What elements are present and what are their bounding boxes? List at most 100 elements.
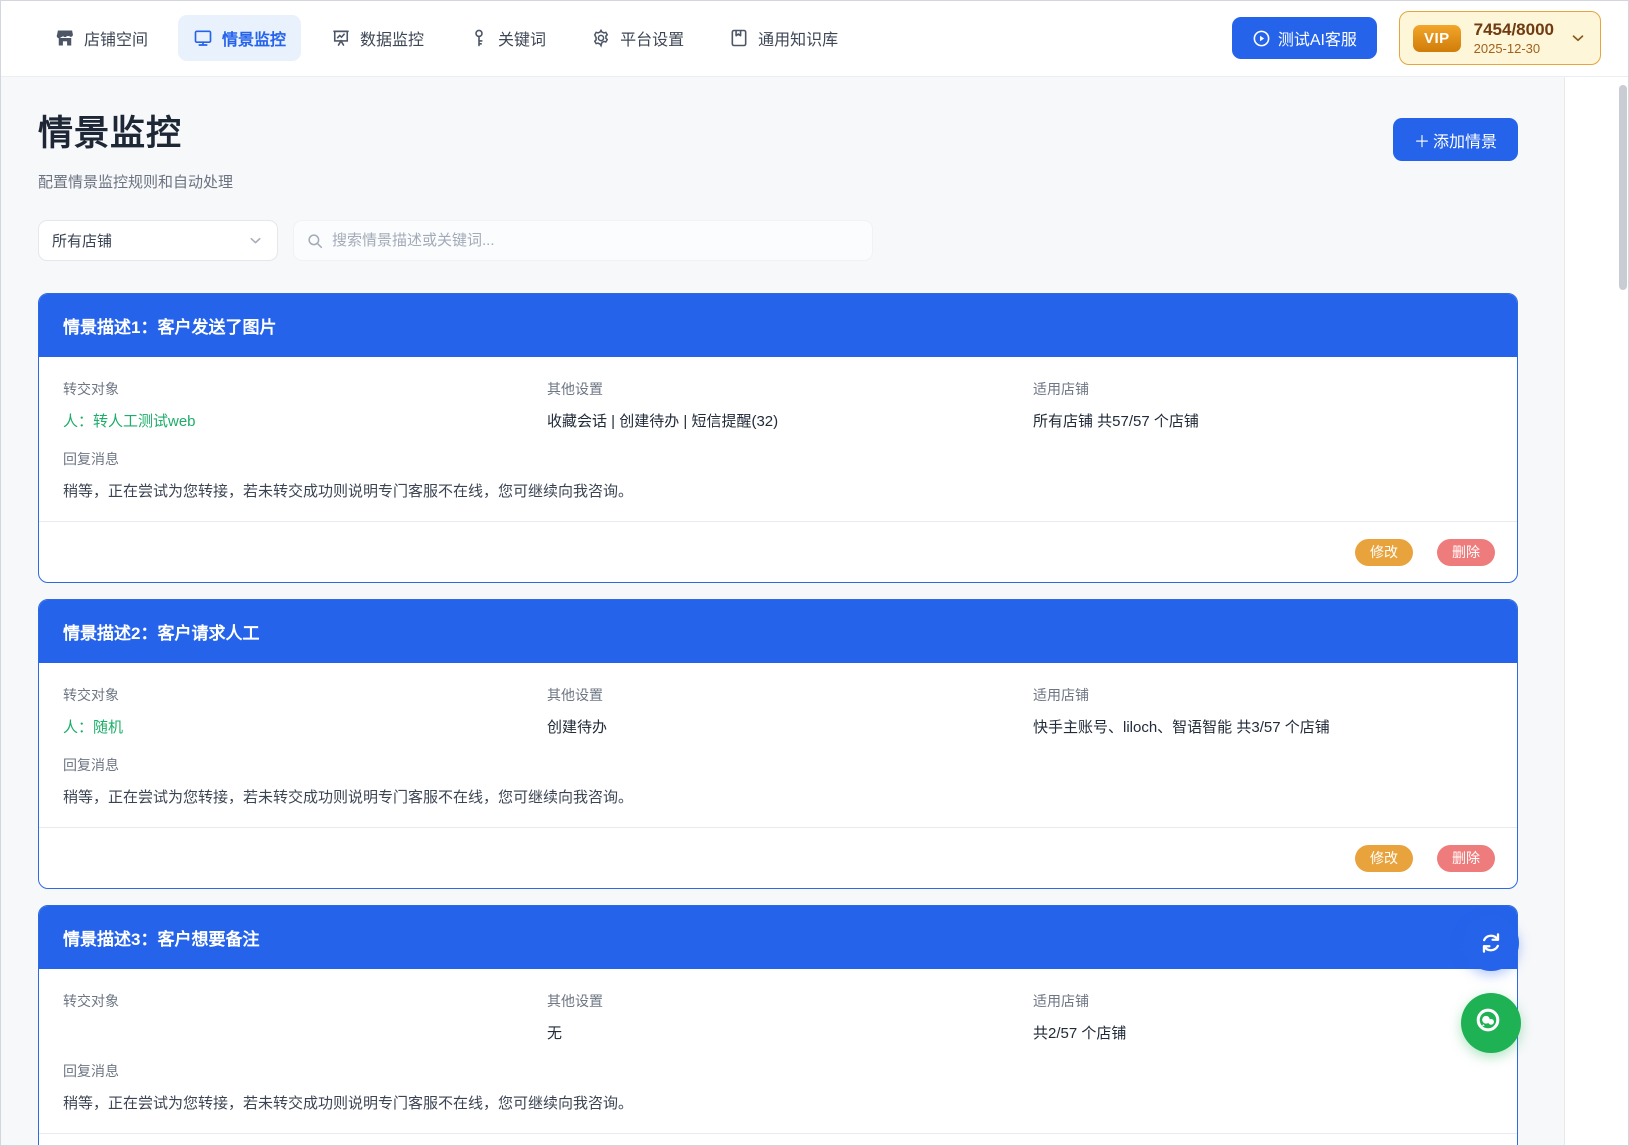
plus-icon: ＋	[1414, 128, 1430, 152]
applicable-shops-value: 所有店铺 共57/57 个店铺	[1033, 410, 1493, 431]
reply-message-label: 回复消息	[63, 449, 1493, 469]
nav-tab-scene-monitor[interactable]: 情景监控	[178, 15, 301, 61]
main-content: 情景监控 配置情景监控规则和自动处理 ＋ 添加情景 所有店铺 情景描述1：客户发…	[0, 77, 1629, 1146]
reply-message-value: 稍等，正在尝试为您转接，若未转交成功则说明专门客服不在线，您可继续向我咨询。	[63, 786, 1493, 807]
scenario-card-footer: 修改 删除	[39, 1133, 1517, 1146]
scenario-card-title: 情景描述3：客户想要备注	[63, 925, 259, 950]
nav-tab-knowledge-base[interactable]: 通用知识库	[714, 15, 853, 61]
transfer-target-field: 转交对象	[63, 991, 547, 1043]
scenario-card-body: 转交对象 人：随机 其他设置 创建待办 适用店铺 快手主账号、liloch、智语…	[39, 663, 1517, 827]
reply-message-value: 稍等，正在尝试为您转接，若未转交成功则说明专门客服不在线，您可继续向我咨询。	[63, 1092, 1493, 1113]
reply-message-value: 稍等，正在尝试为您转接，若未转交成功则说明专门客服不在线，您可继续向我咨询。	[63, 480, 1493, 501]
reply-message-field: 回复消息 稍等，正在尝试为您转接，若未转交成功则说明专门客服不在线，您可继续向我…	[63, 449, 1493, 501]
scenario-fields: 转交对象 人：随机 其他设置 创建待办 适用店铺 快手主账号、liloch、智语…	[63, 685, 1493, 737]
topbar-right: 测试AI客服 VIP 7454/8000 2025-12-30	[1232, 11, 1601, 65]
transfer-target-value: 人：转人工测试web	[63, 410, 547, 431]
delete-button[interactable]: 删除	[1437, 539, 1495, 566]
other-settings-field: 其他设置 创建待办	[547, 685, 1033, 737]
scenario-card-title: 情景描述2：客户请求人工	[63, 619, 259, 644]
scenario-card-header: 情景描述1：客户发送了图片	[39, 294, 1517, 357]
right-gutter	[1564, 77, 1629, 1146]
other-settings-label: 其他设置	[547, 379, 1033, 399]
vip-pill: VIP	[1413, 25, 1461, 52]
scenario-card-title: 情景描述1：客户发送了图片	[63, 313, 276, 338]
top-navigation-bar: 店铺空间 情景监控 数据监控 关键词 平台设置 通用知识库 测试AI客服 VIP…	[0, 0, 1629, 77]
chart-icon	[331, 28, 351, 48]
nav-tab-keywords[interactable]: 关键词	[454, 15, 561, 61]
scenario-card-body: 转交对象 其他设置 无 适用店铺 共2/57 个店铺 回复消息 稍等，正在尝试为…	[39, 969, 1517, 1133]
transfer-target-value	[63, 1022, 547, 1040]
edit-button[interactable]: 修改	[1355, 845, 1413, 872]
play-circle-icon	[1252, 29, 1271, 48]
transfer-target-label: 转交对象	[63, 379, 547, 399]
applicable-shops-label: 适用店铺	[1033, 379, 1493, 399]
scenario-fields: 转交对象 人：转人工测试web 其他设置 收藏会话 | 创建待办 | 短信提醒(…	[63, 379, 1493, 431]
nav-tab-label: 通用知识库	[758, 26, 838, 50]
reply-message-field: 回复消息 稍等，正在尝试为您转接，若未转交成功则说明专门客服不在线，您可继续向我…	[63, 755, 1493, 807]
scenario-card-body: 转交对象 人：转人工测试web 其他设置 收藏会话 | 创建待办 | 短信提醒(…	[39, 357, 1517, 521]
nav-tab-label: 情景监控	[222, 26, 286, 50]
test-ai-service-button[interactable]: 测试AI客服	[1232, 17, 1377, 59]
monitor-icon	[193, 28, 213, 48]
nav-tab-label: 平台设置	[620, 26, 684, 50]
scenario-card-header: 情景描述3：客户想要备注	[39, 906, 1517, 969]
add-scenario-button[interactable]: ＋ 添加情景	[1393, 118, 1518, 161]
storefront-icon	[55, 28, 75, 48]
scenario-card-footer: 修改 删除	[39, 521, 1517, 582]
refresh-icon	[1477, 929, 1505, 957]
other-settings-field: 其他设置 收藏会话 | 创建待办 | 短信提醒(32)	[547, 379, 1033, 431]
scenario-card-2: 情景描述2：客户请求人工 转交对象 人：随机 其他设置 创建待办 适用店铺 快手…	[38, 599, 1518, 889]
applicable-shops-field: 适用店铺 快手主账号、liloch、智语智能 共3/57 个店铺	[1033, 685, 1493, 737]
vertical-scrollbar[interactable]	[1619, 85, 1627, 290]
scenario-card-list: 情景描述1：客户发送了图片 转交对象 人：转人工测试web 其他设置 收藏会话 …	[38, 293, 1518, 1146]
applicable-shops-value: 快手主账号、liloch、智语智能 共3/57 个店铺	[1033, 716, 1493, 737]
shop-filter-select[interactable]: 所有店铺	[38, 220, 278, 261]
transfer-target-label: 转交对象	[63, 991, 547, 1011]
refresh-float-button[interactable]	[1463, 915, 1519, 971]
applicable-shops-value: 共2/57 个店铺	[1033, 1022, 1493, 1043]
filter-row: 所有店铺	[38, 220, 1518, 261]
nav-tab-data-monitor[interactable]: 数据监控	[316, 15, 439, 61]
other-settings-value: 无	[547, 1022, 1033, 1043]
vip-quota-value: 7454/8000	[1474, 19, 1554, 40]
other-settings-value: 收藏会话 | 创建待办 | 短信提醒(32)	[547, 410, 1033, 431]
reply-message-label: 回复消息	[63, 755, 1493, 775]
vip-info: 7454/8000 2025-12-30	[1474, 19, 1554, 57]
key-icon	[469, 28, 489, 48]
nav-tab-label: 数据监控	[360, 26, 424, 50]
test-ai-service-label: 测试AI客服	[1278, 26, 1357, 50]
vip-quota-badge[interactable]: VIP 7454/8000 2025-12-30	[1399, 11, 1601, 65]
scenario-card-footer: 修改 删除	[39, 827, 1517, 888]
search-input[interactable]	[332, 232, 860, 249]
page-title: 情景监控	[38, 105, 1518, 156]
chat-bubbles-icon	[1474, 1006, 1508, 1040]
applicable-shops-label: 适用店铺	[1033, 991, 1493, 1011]
transfer-target-value: 人：随机	[63, 716, 547, 737]
delete-button[interactable]: 删除	[1437, 845, 1495, 872]
page-header: 情景监控 配置情景监控规则和自动处理 ＋ 添加情景	[38, 105, 1518, 192]
transfer-target-label: 转交对象	[63, 685, 547, 705]
reply-message-label: 回复消息	[63, 1061, 1493, 1081]
search-icon	[306, 232, 324, 250]
transfer-target-field: 转交对象 人：转人工测试web	[63, 379, 547, 431]
search-box	[293, 220, 873, 261]
vip-expiry-date: 2025-12-30	[1474, 41, 1554, 57]
other-settings-label: 其他设置	[547, 991, 1033, 1011]
nav-tab-shop-space[interactable]: 店铺空间	[40, 15, 163, 61]
scenario-card-header: 情景描述2：客户请求人工	[39, 600, 1517, 663]
book-icon	[729, 28, 749, 48]
chat-service-float-button[interactable]	[1461, 993, 1521, 1053]
nav-tab-label: 关键词	[498, 26, 546, 50]
page-subtitle: 配置情景监控规则和自动处理	[38, 171, 1518, 192]
other-settings-label: 其他设置	[547, 685, 1033, 705]
scenario-fields: 转交对象 其他设置 无 适用店铺 共2/57 个店铺	[63, 991, 1493, 1043]
chevron-down-icon	[1569, 29, 1587, 47]
nav-tab-label: 店铺空间	[84, 26, 148, 50]
nav-tabs: 店铺空间 情景监控 数据监控 关键词 平台设置 通用知识库	[40, 15, 853, 61]
edit-button[interactable]: 修改	[1355, 539, 1413, 566]
other-settings-field: 其他设置 无	[547, 991, 1033, 1043]
nav-tab-platform-settings[interactable]: 平台设置	[576, 15, 699, 61]
applicable-shops-label: 适用店铺	[1033, 685, 1493, 705]
other-settings-value: 创建待办	[547, 716, 1033, 737]
applicable-shops-field: 适用店铺 共2/57 个店铺	[1033, 991, 1493, 1043]
